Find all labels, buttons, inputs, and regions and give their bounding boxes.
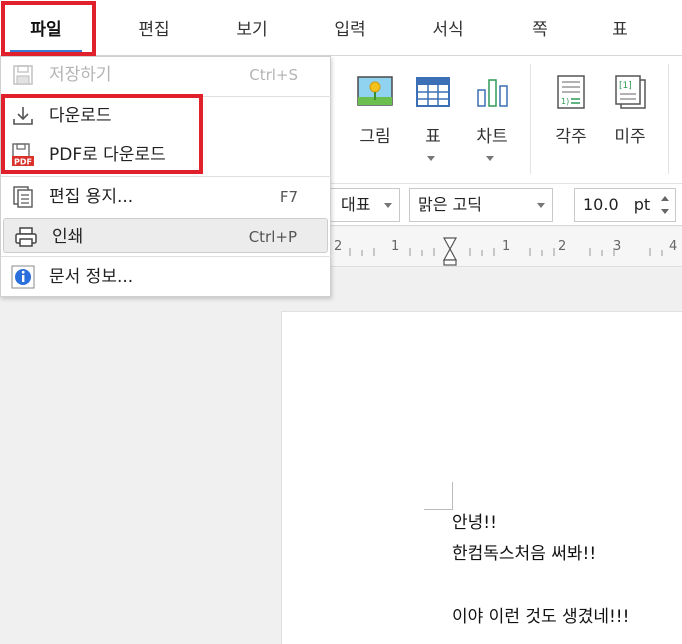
menu-item-label: 다운로드 [49, 106, 112, 126]
menu-bar: 파일 편집 보기 입력 서식 쪽 표 [0, 0, 682, 56]
document-line: 이야 이런 것도 생겼네!!! [452, 607, 630, 627]
insert-picture-button[interactable]: 그림 [347, 56, 403, 166]
endnote-icon: [1] [615, 75, 646, 109]
tab-insert[interactable]: 입력 [314, 0, 386, 56]
font-size-value: 10.0 [583, 195, 619, 214]
document-area: 안녕!! 한컴독스처음 써봐!! 이야 이런 것도 생겼네!!! [0, 268, 682, 644]
file-menu-dropdown: 저장하기 Ctrl+S 다운로드 PDF PDF로 다운로드 편집 용지... [0, 56, 332, 297]
menu-item-save[interactable]: 저장하기 Ctrl+S [1, 57, 332, 93]
document-line: 한컴독스처음 써봐!! [452, 544, 597, 564]
insert-chart-label: 차트 [476, 127, 508, 147]
insert-table-label: 표 [425, 127, 441, 147]
decrease-size-icon[interactable] [661, 209, 669, 214]
menu-item-label: 저장하기 [49, 65, 112, 85]
svg-text:1): 1) [561, 97, 569, 106]
ruler-tick-label: 2 [334, 239, 343, 254]
document-line: 안녕!! [452, 513, 497, 533]
insert-endnote-label: 미주 [614, 127, 646, 147]
font-size-stepper[interactable]: 10.0 pt [574, 188, 676, 222]
ruler-tick-label: 1 [502, 239, 511, 254]
menu-item-label: PDF로 다운로드 [49, 145, 166, 165]
page-setup-icon [13, 186, 33, 208]
menu-item-document-info[interactable]: 문서 정보... [1, 259, 332, 295]
menu-item-print[interactable]: 인쇄 Ctrl+P [3, 218, 328, 253]
tab-edit[interactable]: 편집 [118, 0, 190, 56]
ruler-tick-label: 2 [558, 239, 567, 254]
insert-chart-button[interactable]: 차트 [464, 56, 520, 166]
margin-guide [424, 509, 452, 510]
menu-item-label: 인쇄 [52, 227, 84, 247]
insert-picture-label: 그림 [359, 127, 391, 147]
chevron-down-icon [537, 203, 545, 208]
tab-table[interactable]: 표 [584, 0, 656, 56]
active-tab-indicator [10, 50, 82, 52]
tab-view[interactable]: 보기 [216, 0, 288, 56]
ruler-tick-label: 3 [613, 239, 622, 254]
menu-separator [1, 176, 332, 177]
pdf-icon: PDF [12, 143, 34, 167]
menu-separator [1, 256, 332, 257]
menu-item-page-setup[interactable]: 편집 용지... F7 [1, 179, 332, 215]
print-icon [15, 227, 37, 247]
font-select-value: 맑은 고딕 [418, 195, 482, 214]
table-icon [416, 77, 450, 107]
svg-text:[1]: [1] [619, 81, 632, 91]
ribbon-separator [668, 64, 669, 174]
info-icon [11, 265, 35, 289]
menu-item-shortcut: F7 [279, 188, 298, 206]
font-select[interactable]: 맑은 고딕 [409, 188, 553, 222]
menu-item-shortcut: Ctrl+P [248, 228, 297, 246]
menu-separator [1, 96, 332, 97]
chart-dropdown-caret[interactable] [486, 156, 494, 161]
menu-item-label: 편집 용지... [49, 187, 134, 207]
chevron-down-icon [384, 203, 392, 208]
chart-icon [477, 79, 508, 107]
tab-format[interactable]: 서식 [412, 0, 484, 56]
menu-item-label: 문서 정보... [49, 267, 134, 287]
ruler-tick-label: 4 [669, 239, 678, 254]
svg-text:PDF: PDF [14, 158, 32, 167]
menu-item-download-pdf[interactable]: PDF PDF로 다운로드 [1, 137, 332, 173]
insert-endnote-button[interactable]: [1] 미주 [602, 56, 658, 166]
insert-table-button[interactable]: 표 [405, 56, 461, 166]
ruler-tick-label: 1 [391, 239, 400, 254]
picture-icon [357, 76, 393, 106]
save-icon [13, 65, 33, 85]
table-dropdown-caret[interactable] [427, 156, 435, 161]
document-page[interactable]: 안녕!! 한컴독스처음 써봐!! 이야 이런 것도 생겼네!!! [281, 311, 682, 644]
footnote-icon: 1) [557, 75, 585, 109]
download-icon [13, 107, 33, 125]
increase-size-icon[interactable] [661, 196, 669, 201]
ribbon-separator [530, 64, 531, 174]
insert-footnote-label: 각주 [555, 127, 587, 147]
insert-footnote-button[interactable]: 1) 각주 [543, 56, 599, 166]
tab-page[interactable]: 쪽 [504, 0, 576, 56]
menu-item-shortcut: Ctrl+S [249, 66, 298, 84]
tab-file[interactable]: 파일 [6, 0, 86, 56]
font-size-unit: pt [633, 195, 651, 214]
indent-marker [442, 237, 458, 266]
menu-item-download[interactable]: 다운로드 [1, 98, 332, 134]
margin-guide [452, 482, 453, 510]
